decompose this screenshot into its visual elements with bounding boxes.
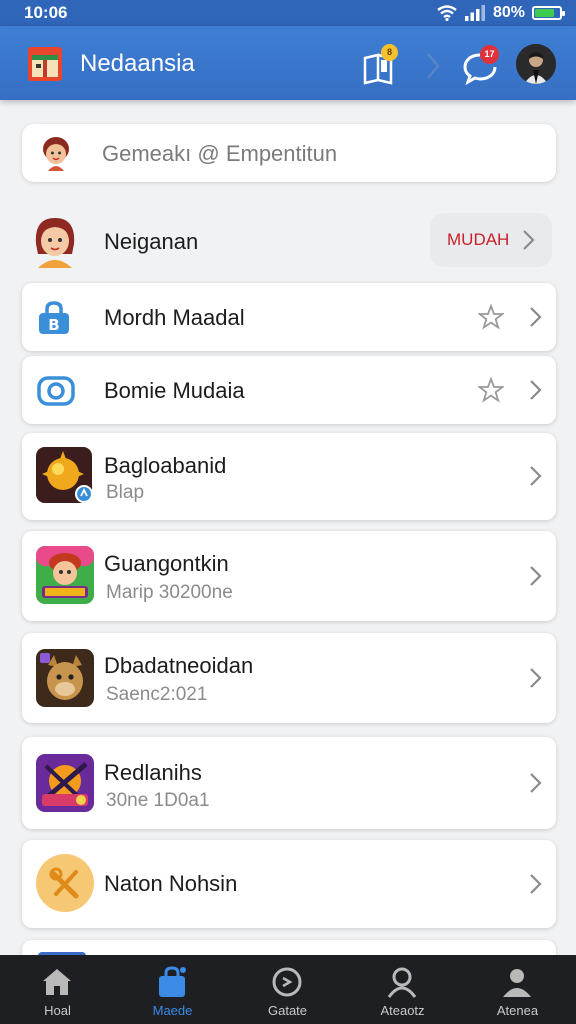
app-subtitle: Blap <box>106 482 145 503</box>
chevron-right-icon <box>530 380 542 400</box>
app-title: Nedaansia <box>80 50 195 77</box>
app-list-item[interactable]: Guangontkin Marip 30200ne <box>22 531 556 621</box>
user-avatar[interactable] <box>516 44 556 84</box>
lock-icon: B <box>39 301 69 334</box>
tools-icon <box>36 854 94 912</box>
message-badge: 17 <box>480 45 499 64</box>
settings-item-title: Bomie Mudaia <box>104 378 245 403</box>
app-title: Naton Nohsin <box>104 871 238 896</box>
search-avatar-icon <box>43 137 69 171</box>
notification-badge: 8 <box>381 44 398 61</box>
app-title: Redlanihs <box>104 760 202 785</box>
app-title: Guangontkin <box>104 551 229 576</box>
avatar-portrait-icon <box>516 44 556 84</box>
profile-avatar <box>35 218 75 268</box>
app-list-item[interactable]: Redlanihs 30ne 1D0a1 <box>22 737 556 829</box>
signal-icon <box>464 5 485 21</box>
profile-action-button[interactable]: MUDAH <box>430 213 552 267</box>
nav-explore[interactable]: Gatate <box>230 955 345 1024</box>
profile-action-label: MUDAH <box>447 230 510 249</box>
profile-icon <box>503 969 531 997</box>
app-title: Bagloabanid <box>104 453 227 478</box>
chevron-right-icon <box>427 53 440 79</box>
chevron-right-icon <box>530 773 542 793</box>
notifications-button[interactable]: 8 <box>360 44 400 86</box>
chevron-right-icon <box>530 566 542 586</box>
chevron-right-icon <box>523 230 535 250</box>
app-list-item[interactable]: Naton Nohsin <box>22 840 556 928</box>
nav-store[interactable]: Maede <box>115 955 230 1024</box>
nav-label: Gatate <box>267 1003 308 1018</box>
compass-icon <box>272 967 302 997</box>
app-subtitle: 30ne 1D0a1 <box>106 790 210 811</box>
messages-button[interactable]: 17 <box>460 45 500 86</box>
nav-account[interactable]: Ateaotz <box>345 955 460 1024</box>
shopping-bag-icon <box>159 966 186 997</box>
app-logo-icon[interactable] <box>28 47 62 81</box>
app-bar: Nedaansia 8 17 <box>0 26 576 100</box>
status-icons: 80% <box>437 3 565 23</box>
settings-item-title: Mordh Maadal <box>104 305 245 330</box>
search-input[interactable]: Gemeakı @ Empentitun <box>102 141 337 167</box>
nav-home[interactable]: Hoal <box>0 955 115 1024</box>
game-creature-icon <box>36 649 94 707</box>
nav-label: Atenea <box>496 1003 539 1018</box>
person-icon <box>387 967 417 998</box>
status-time: 10:06 <box>24 3 68 22</box>
app-subtitle: Marip 30200ne <box>106 582 233 603</box>
profile-row[interactable]: Neiganan MUDAH <box>22 206 556 276</box>
app-subtitle: Saenc2:021 <box>106 684 208 705</box>
nav-label: Ateaotz <box>380 1003 425 1018</box>
star-icon[interactable] <box>478 377 504 403</box>
bottom-navigation: Hoal Maede Gatate Ateaotz Atenea <box>0 955 576 1024</box>
battery-percent: 80% <box>492 4 525 21</box>
status-bar: 10:06 80% <box>0 0 576 26</box>
game-emblem-icon <box>36 754 94 812</box>
search-bar[interactable]: Gemeakı @ Empentitun <box>22 124 556 182</box>
nav-profile[interactable]: Atenea <box>460 955 575 1024</box>
home-icon <box>43 969 71 995</box>
nav-label: Hoal <box>44 1003 71 1018</box>
settings-item-camera[interactable]: Bomie Mudaia <box>22 356 556 424</box>
nav-label: Maede <box>152 1003 193 1018</box>
app-title: Dbadatneoidan <box>104 653 254 678</box>
camera-icon <box>37 376 75 406</box>
battery-icon <box>532 6 565 20</box>
chevron-right-icon <box>530 307 542 327</box>
chevron-right-icon <box>530 466 542 486</box>
chevron-right-icon <box>530 874 542 894</box>
profile-name: Neiganan <box>104 229 199 254</box>
game-sun-icon <box>36 447 92 503</box>
app-list-item[interactable]: Dbadatneoidan Saenc2:021 <box>22 633 556 723</box>
settings-item-lock[interactable]: B Mordh Maadal <box>22 283 556 351</box>
app-list-item[interactable]: Bagloabanid Blap <box>22 433 556 520</box>
star-icon[interactable] <box>478 304 504 330</box>
wifi-icon <box>437 5 457 21</box>
battery-level <box>535 9 554 17</box>
game-character-icon <box>36 546 94 604</box>
chevron-right-icon <box>530 668 542 688</box>
svg-text:B: B <box>48 316 59 334</box>
